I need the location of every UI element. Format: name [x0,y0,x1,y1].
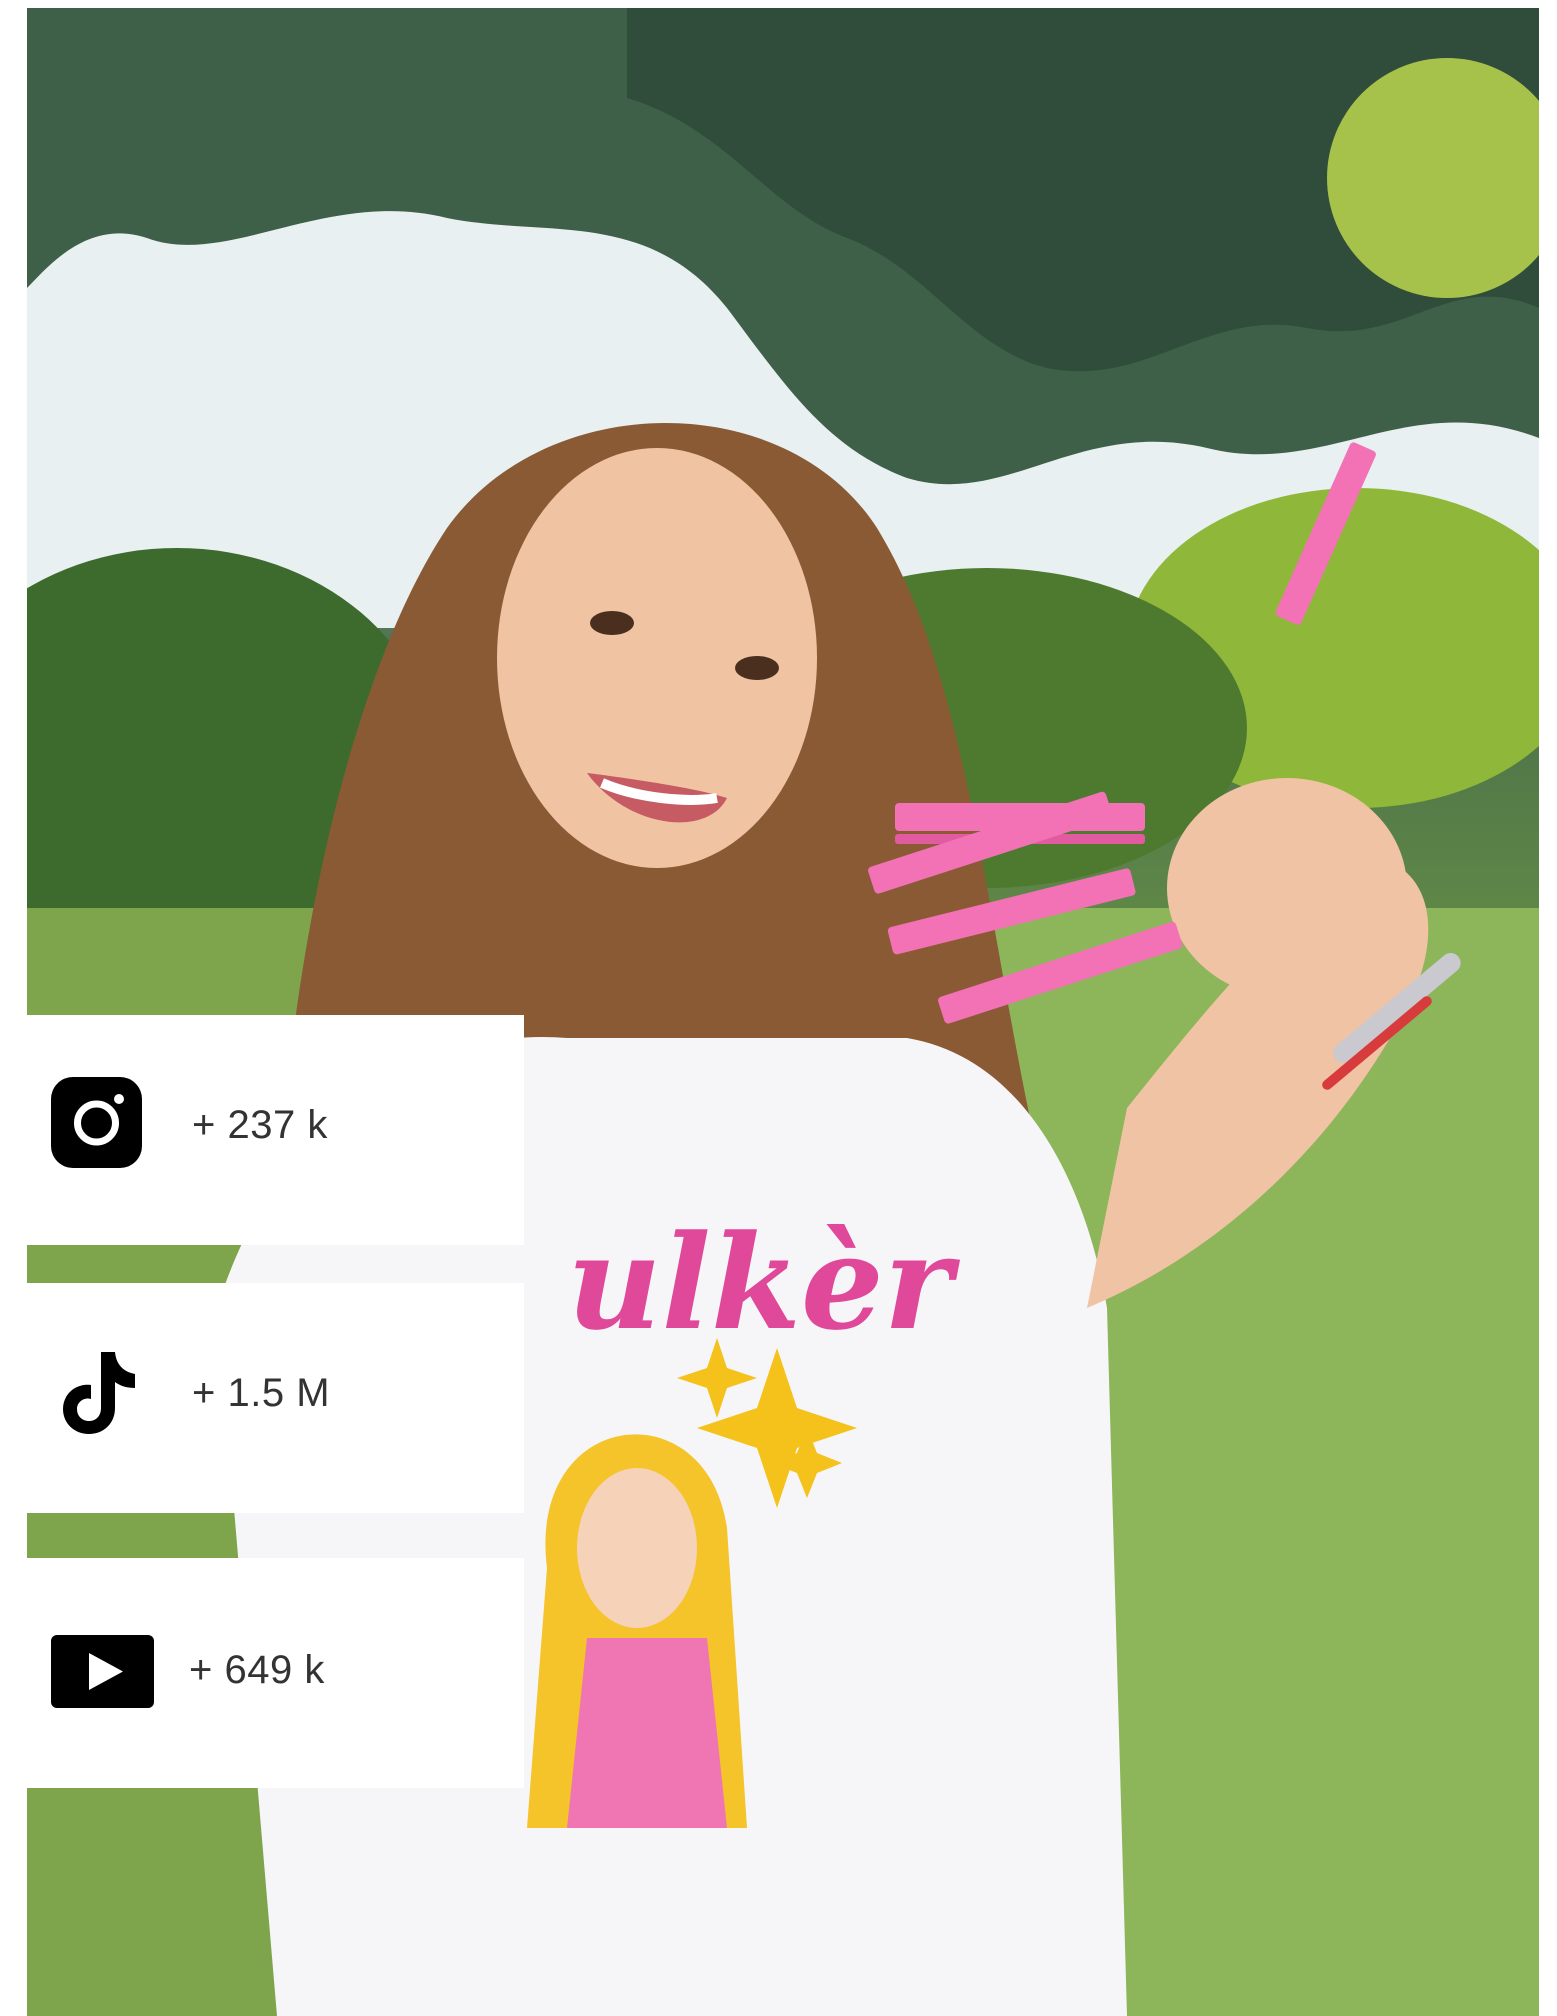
instagram-icon [51,1077,142,1168]
youtube-icon [51,1635,154,1708]
tiktok-follower-count: + 1.5 M [192,1371,331,1415]
tiktok-icon [59,1350,139,1436]
youtube-follower-count: + 649 k [189,1648,325,1692]
page: ulkèr + 237 k + 1.5 M + 649 k [0,0,1557,2016]
shirt-text: ulkèr [567,1206,961,1359]
youtube-stat-card[interactable]: + 649 k [27,1558,524,1788]
instagram-follower-count: + 237 k [192,1103,328,1147]
tiktok-stat-card[interactable]: + 1.5 M [27,1283,524,1513]
instagram-stat-card[interactable]: + 237 k [27,1015,524,1245]
